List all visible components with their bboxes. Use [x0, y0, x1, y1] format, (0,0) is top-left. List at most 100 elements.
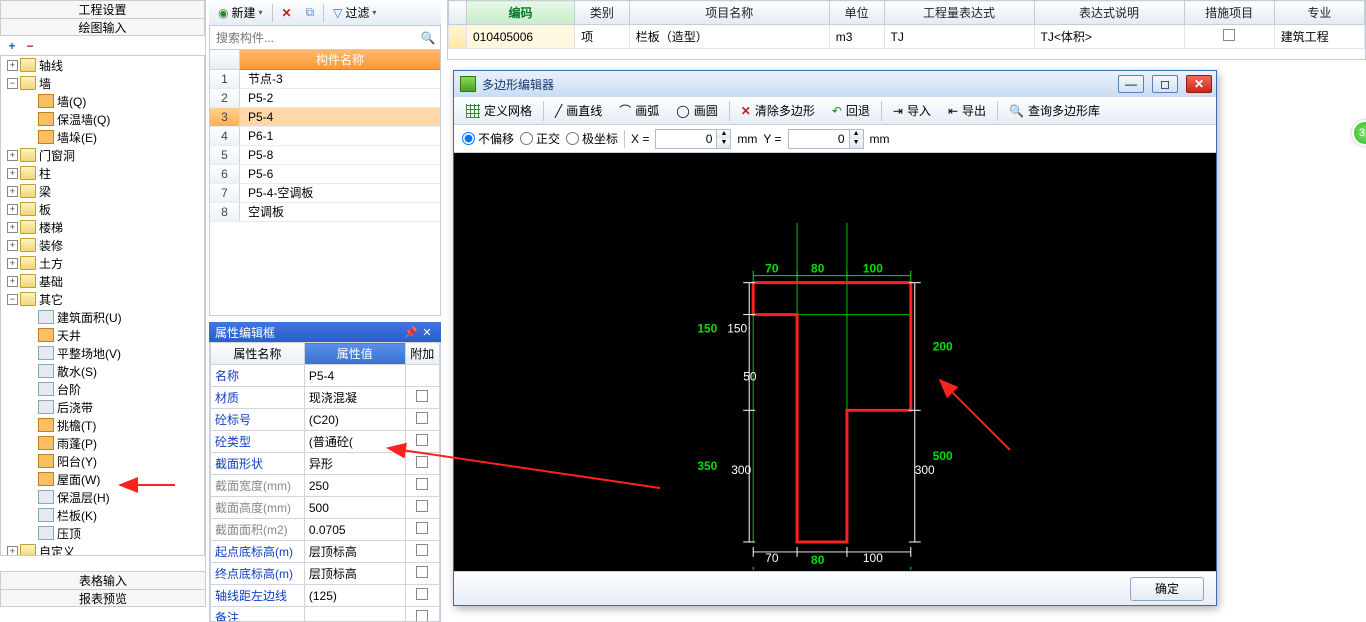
expander-icon[interactable]: + [7, 186, 18, 197]
spec-cell[interactable]: 建筑工程 [1274, 25, 1364, 49]
checkbox[interactable] [416, 412, 428, 424]
tree-node[interactable]: + 装修 [1, 237, 204, 253]
expander-icon[interactable]: + [7, 168, 18, 179]
expander-icon[interactable] [25, 114, 36, 125]
checkbox[interactable] [416, 478, 428, 490]
notification-bubble[interactable]: 31 [1352, 120, 1366, 146]
tree-node[interactable]: 屋面(W) [1, 471, 204, 487]
x-input[interactable]: ▲▼ [655, 129, 731, 149]
list-item[interactable]: 3P5-4 [210, 108, 440, 127]
prop-add[interactable] [405, 563, 439, 585]
prop-value[interactable]: 层顶标高 [304, 563, 405, 585]
name-cell[interactable]: 栏板（造型） [629, 25, 829, 49]
table-row[interactable]: 砼类型 (普通砼( [211, 431, 440, 453]
table-row[interactable]: 截面面积(m2) 0.0705 [211, 519, 440, 541]
tree-node[interactable]: 保温墙(Q) [1, 111, 204, 127]
tree-node[interactable]: − 墙 [1, 75, 204, 91]
tree-node[interactable]: 墙(Q) [1, 93, 204, 109]
undo-button[interactable]: ↶回退 [826, 99, 876, 122]
checkbox[interactable] [416, 544, 428, 556]
tree-node[interactable]: + 轴线 [1, 57, 204, 73]
tree-node[interactable]: 后浇带 [1, 399, 204, 415]
expander-icon[interactable]: + [7, 276, 18, 287]
tree-node[interactable]: 墙垛(E) [1, 129, 204, 145]
table-input-tab[interactable]: 表格输入 [0, 571, 206, 589]
col-expr[interactable]: 工程量表达式 [884, 1, 1034, 25]
expander-icon[interactable] [25, 96, 36, 107]
tree-node[interactable]: + 门窗洞 [1, 147, 204, 163]
code-cell[interactable]: 010405006 [467, 25, 575, 49]
tree-node[interactable]: 天井 [1, 327, 204, 343]
report-preview-tab[interactable]: 报表预览 [0, 589, 206, 607]
collapse-all-icon[interactable]: − [22, 38, 38, 54]
prop-value[interactable]: 现浇混凝 [304, 387, 405, 409]
expander-icon[interactable] [25, 420, 36, 431]
expand-all-icon[interactable]: + [4, 38, 20, 54]
category-tree[interactable]: + 轴线 − 墙 墙(Q) 保温墙(Q) 墙垛(E) + 门窗洞 + 柱 + 梁… [0, 56, 205, 556]
list-item[interactable]: 8空调板 [210, 203, 440, 222]
clear-polygon-button[interactable]: ✕清除多边形 [735, 99, 821, 122]
prop-add[interactable] [405, 387, 439, 409]
expander-icon[interactable]: − [7, 78, 18, 89]
prop-add[interactable] [405, 497, 439, 519]
list-item[interactable]: 7P5-4-空调板 [210, 184, 440, 203]
prop-value[interactable]: (C20) [304, 409, 405, 431]
tree-node[interactable]: 建筑面积(U) [1, 309, 204, 325]
tree-node[interactable]: + 柱 [1, 165, 204, 181]
expander-icon[interactable] [25, 492, 36, 503]
tree-node[interactable]: + 楼梯 [1, 219, 204, 235]
expander-icon[interactable] [25, 132, 36, 143]
close-icon[interactable]: ✕ [419, 326, 435, 339]
expander-icon[interactable]: + [7, 150, 18, 161]
prop-add[interactable] [405, 365, 439, 387]
prop-value[interactable]: (125) [304, 585, 405, 607]
filter-button[interactable]: ▽ 过滤 ▾ [328, 1, 381, 24]
tree-node[interactable]: − 其它 [1, 291, 204, 307]
tree-node[interactable]: + 板 [1, 201, 204, 217]
checkbox[interactable] [1223, 29, 1235, 41]
draw-input-tab[interactable]: 绘图输入 [0, 18, 205, 36]
col-measure[interactable]: 措施项目 [1184, 1, 1274, 25]
list-item[interactable]: 2P5-2 [210, 89, 440, 108]
draw-arc-button[interactable]: ⌒画弧 [613, 99, 665, 122]
dialog-title-bar[interactable]: 多边形编辑器 — ◻ ✕ [454, 71, 1216, 97]
col-item-name[interactable]: 项目名称 [629, 1, 829, 25]
prop-add[interactable] [405, 475, 439, 497]
tree-node[interactable]: + 基础 [1, 273, 204, 289]
prop-value[interactable]: 250 [304, 475, 405, 497]
expander-icon[interactable] [25, 348, 36, 359]
expander-icon[interactable]: + [7, 546, 18, 557]
prop-value[interactable] [304, 607, 405, 622]
pin-icon[interactable]: 📌 [403, 326, 419, 339]
col-spec[interactable]: 专业 [1274, 1, 1364, 25]
table-row[interactable]: 截面宽度(mm) 250 [211, 475, 440, 497]
expander-icon[interactable]: + [7, 258, 18, 269]
col-unit[interactable]: 单位 [829, 1, 884, 25]
prop-add[interactable] [405, 585, 439, 607]
list-item[interactable]: 6P5-6 [210, 165, 440, 184]
ok-button[interactable]: 确定 [1130, 577, 1204, 601]
tree-node[interactable]: 挑檐(T) [1, 417, 204, 433]
desc-cell[interactable]: TJ<体积> [1034, 25, 1184, 49]
checkbox[interactable] [416, 522, 428, 534]
table-row[interactable]: 轴线距左边线 (125) [211, 585, 440, 607]
table-row[interactable]: 起点底标高(m) 层顶标高 [211, 541, 440, 563]
checkbox[interactable] [416, 390, 428, 402]
cat-cell[interactable]: 项 [575, 25, 630, 49]
prop-value[interactable]: 0.0705 [304, 519, 405, 541]
expander-icon[interactable] [25, 474, 36, 485]
list-item[interactable]: 4P6-1 [210, 127, 440, 146]
unit-cell[interactable]: m3 [829, 25, 884, 49]
prop-add[interactable] [405, 519, 439, 541]
checkbox[interactable] [416, 588, 428, 600]
y-input[interactable]: ▲▼ [788, 129, 864, 149]
expander-icon[interactable]: + [7, 222, 18, 233]
prop-add[interactable] [405, 409, 439, 431]
measure-cell[interactable] [1184, 25, 1274, 49]
search-icon[interactable]: 🔍 [416, 26, 440, 49]
tree-node[interactable]: 台阶 [1, 381, 204, 397]
delete-button[interactable]: ✕ [277, 3, 297, 23]
no-offset-radio[interactable]: 不偏移 [462, 130, 514, 147]
new-button[interactable]: ◉ 新建 ▾ [213, 1, 268, 24]
search-input[interactable] [210, 26, 416, 49]
